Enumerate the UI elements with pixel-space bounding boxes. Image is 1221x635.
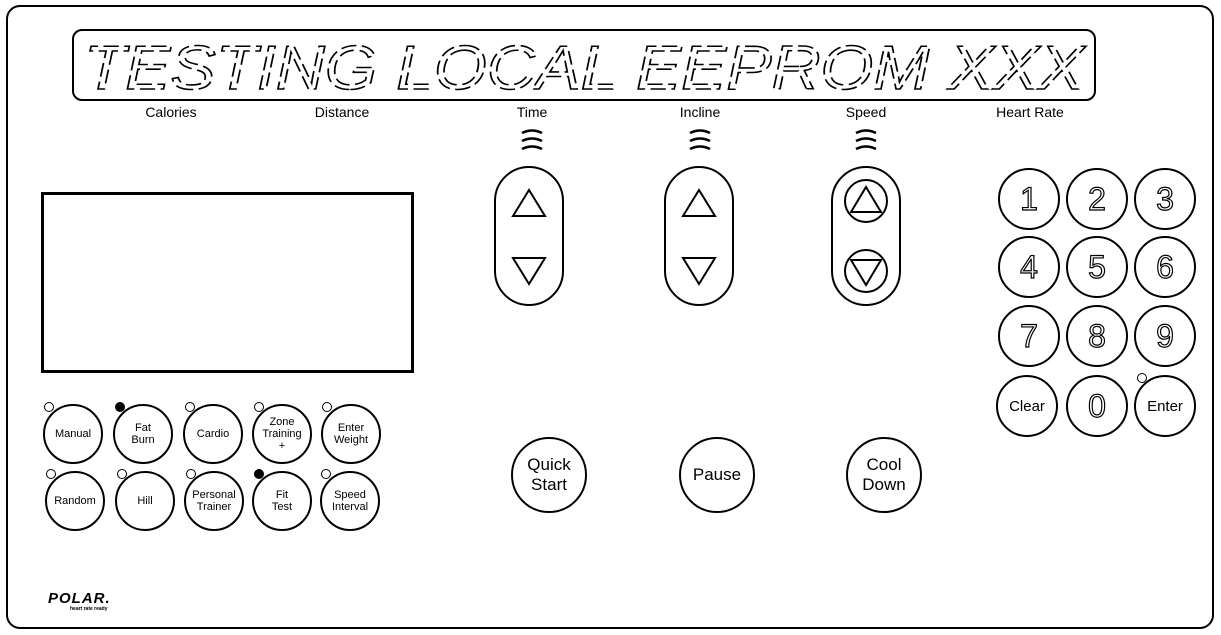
program-label: Fit Test xyxy=(271,489,293,513)
down-triangle-circled-icon xyxy=(844,249,888,293)
label-speed: Speed xyxy=(845,104,887,120)
program-cardio-button[interactable]: Cardio xyxy=(183,404,243,464)
pause-label: Pause xyxy=(692,465,742,484)
program-manual-button[interactable]: Manual xyxy=(43,404,103,464)
program-cardio-led xyxy=(185,402,195,412)
polar-tagline: heart rate ready xyxy=(70,606,108,612)
program-speed-interval-button[interactable]: Speed Interval xyxy=(320,471,380,531)
incline-up-button[interactable] xyxy=(676,180,722,226)
program-label: Manual xyxy=(54,428,92,440)
program-label: Enter Weight xyxy=(333,422,369,446)
program-personal-trainer-button[interactable]: Personal Trainer xyxy=(184,471,244,531)
label-heart-rate: Heart Rate xyxy=(996,104,1064,120)
keypad-1-button[interactable]: 1 xyxy=(998,168,1060,230)
program-fit-test-button[interactable]: Fit Test xyxy=(252,471,312,531)
lcd-display: TESTING LOCAL EEPROM XXX xyxy=(72,29,1096,101)
keypad-8-button[interactable]: 8 xyxy=(1066,305,1128,367)
quick-start-button[interactable]: Quick Start xyxy=(511,437,587,513)
keypad-enter-button[interactable]: Enter xyxy=(1134,375,1196,437)
keypad-enter-led xyxy=(1137,373,1147,383)
lcd-message-text: TESTING LOCAL EEPROM XXX xyxy=(84,37,1087,97)
keypad-clear-button[interactable]: Clear xyxy=(996,375,1058,437)
up-triangle-icon xyxy=(511,188,547,217)
time-up-button[interactable] xyxy=(506,180,552,226)
keypad-6-button[interactable]: 6 xyxy=(1134,236,1196,298)
program-random-button[interactable]: Random xyxy=(45,471,105,531)
keypad-7-button[interactable]: 7 xyxy=(998,305,1060,367)
label-distance: Distance xyxy=(314,104,370,120)
pause-button[interactable]: Pause xyxy=(679,437,755,513)
cool-down-label: Cool Down xyxy=(862,455,906,494)
program-fat-burn-led xyxy=(115,402,125,412)
program-fat-burn-button[interactable]: Fat Burn xyxy=(113,404,173,464)
speed-adjust xyxy=(831,166,901,306)
program-label: Fat Burn xyxy=(131,422,155,446)
speed-up-button[interactable] xyxy=(843,178,889,224)
keypad-3-button[interactable]: 3 xyxy=(1134,168,1196,230)
program-label: Speed Interval xyxy=(331,489,369,513)
program-manual-led xyxy=(44,402,54,412)
quick-start-label: Quick Start xyxy=(527,455,571,494)
label-calories: Calories xyxy=(145,104,197,120)
up-triangle-circled-icon xyxy=(844,179,888,223)
keypad-5-button[interactable]: 5 xyxy=(1066,236,1128,298)
lcd-message: TESTING LOCAL EEPROM XXX xyxy=(84,37,1088,97)
lcd-message-svg: TESTING LOCAL EEPROM XXX xyxy=(84,37,1088,97)
up-triangle-icon xyxy=(681,188,717,217)
down-triangle-icon xyxy=(681,257,717,286)
program-speed-interval-led xyxy=(321,469,331,479)
program-zone-training-led xyxy=(254,402,264,412)
keypad-9-button[interactable]: 9 xyxy=(1134,305,1196,367)
program-personal-trainer-led xyxy=(186,469,196,479)
label-incline: Incline xyxy=(679,104,721,120)
program-label: Personal Trainer xyxy=(192,489,236,513)
main-screen xyxy=(41,192,414,373)
time-down-button[interactable] xyxy=(506,248,552,294)
label-time: Time xyxy=(516,104,548,120)
program-label: Zone Training + xyxy=(262,416,302,452)
speed-indicator-icon xyxy=(855,129,877,151)
program-fit-test-led xyxy=(254,469,264,479)
program-random-led xyxy=(46,469,56,479)
incline-down-button[interactable] xyxy=(676,248,722,294)
polar-logo: POLAR. xyxy=(48,590,111,607)
program-hill-led xyxy=(117,469,127,479)
incline-adjust xyxy=(664,166,734,306)
time-indicator-icon xyxy=(521,129,543,151)
keypad-2-button[interactable]: 2 xyxy=(1066,168,1128,230)
program-zone-training-button[interactable]: Zone Training + xyxy=(252,404,312,464)
down-triangle-icon xyxy=(511,257,547,286)
program-label: Cardio xyxy=(196,428,230,440)
keypad-0-button[interactable]: 0 xyxy=(1066,375,1128,437)
program-label: Random xyxy=(54,495,96,507)
time-adjust xyxy=(494,166,564,306)
program-enter-weight-led xyxy=(322,402,332,412)
incline-indicator-icon xyxy=(689,129,711,151)
program-label: Hill xyxy=(137,495,153,507)
program-hill-button[interactable]: Hill xyxy=(115,471,175,531)
program-enter-weight-button[interactable]: Enter Weight xyxy=(321,404,381,464)
keypad-4-button[interactable]: 4 xyxy=(998,236,1060,298)
speed-down-button[interactable] xyxy=(843,248,889,294)
cool-down-button[interactable]: Cool Down xyxy=(846,437,922,513)
